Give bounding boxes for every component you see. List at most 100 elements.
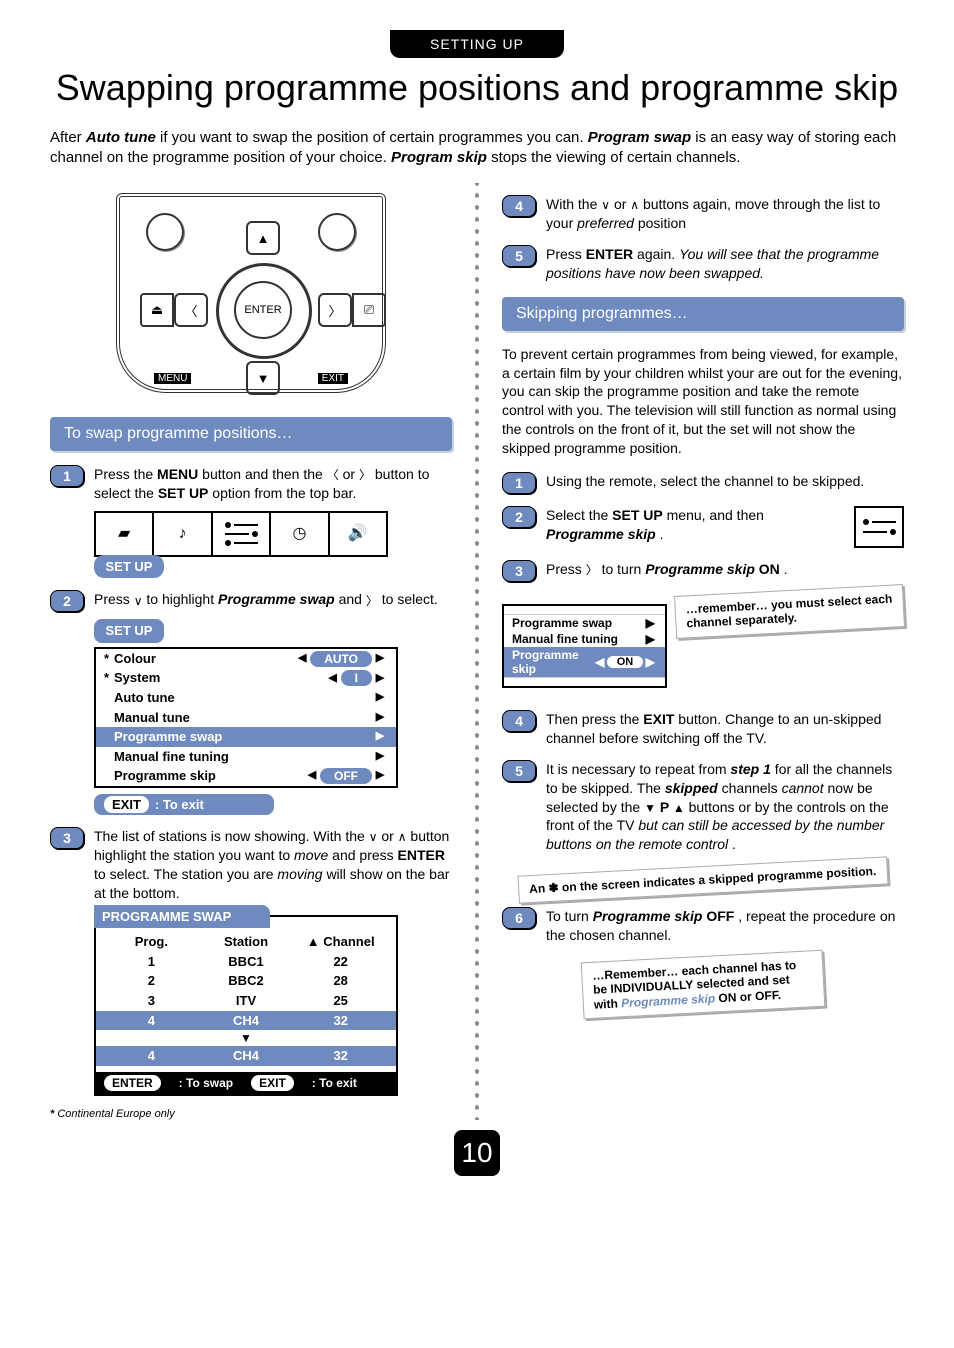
osd-top-bar: ▰ ♪ ◷ 🔊 xyxy=(94,511,388,557)
swap-table-row: 1BBC122 xyxy=(96,952,396,972)
text: if you want to swap the position of cert… xyxy=(160,129,588,146)
swap-table-row: 4CH432 xyxy=(96,1011,396,1031)
text: on the screen indicates a skipped progra… xyxy=(562,864,877,894)
remote-menu-label: MENU xyxy=(154,373,191,384)
skip-step-3: 3 Press 〉 to turn Programme skip ON . xyxy=(502,560,904,582)
setup-menu-row: Programme swap▶ xyxy=(96,727,396,747)
mini-menu-row: Manual fine tuning▶ xyxy=(504,631,665,647)
clock-icon: ◷ xyxy=(271,513,329,555)
text: stops the viewing of certain channels. xyxy=(491,149,740,166)
remote-side-left-icon: ⏏ xyxy=(140,293,174,327)
column-divider xyxy=(472,183,482,1120)
left-chevron-icon: 〈 xyxy=(327,467,339,483)
up-chevron-icon: ∧ xyxy=(398,829,407,845)
down-chevron-icon: ∨ xyxy=(601,197,610,213)
remote-illustration: ENTER ▲ ▼ 〈 〉 ⏏ ⎚ MENU EXIT xyxy=(106,183,396,403)
mini-menu-row: Programme swap▶ xyxy=(504,615,665,631)
step-number: 1 xyxy=(50,465,84,487)
programme-swap-table: PROGRAMME SWAP Prog. Station ▲ Channel 1… xyxy=(94,915,398,1096)
step-number: 4 xyxy=(502,710,536,732)
cell-station: CH4 xyxy=(199,1046,294,1066)
setup-menu-row: Programme skip◀OFF▶ xyxy=(96,766,396,786)
skip-subheader: Skipping programmes… xyxy=(502,297,904,331)
remote-exit-label: EXIT xyxy=(318,373,348,384)
up-chevron-icon: ∧ xyxy=(630,197,639,213)
preferred-ref: preferred xyxy=(577,215,634,231)
down-triangle-icon: ▼ xyxy=(96,1030,396,1046)
swap-moving-bar: 4 CH4 32 xyxy=(96,1046,396,1066)
text: An xyxy=(529,881,549,896)
text: Press xyxy=(546,561,586,577)
skipped-ref: skipped xyxy=(665,780,718,796)
section-header: SETTING UP xyxy=(390,30,564,58)
skip-step-2: 2 Select the SET UP menu, and then Progr… xyxy=(502,506,904,548)
text: . xyxy=(784,561,788,577)
term-program-swap: Program swap xyxy=(588,129,691,146)
text: Press xyxy=(94,591,134,607)
swap-table-row: 3ITV25 xyxy=(96,991,396,1011)
text: . xyxy=(732,836,736,852)
up-triangle-icon: ▲ xyxy=(673,800,685,816)
menu-button-ref: MENU xyxy=(157,466,198,482)
left-arrow-icon: 〈 xyxy=(174,293,208,327)
remote-side-right-icon: ⎚ xyxy=(352,293,386,327)
text: Press the xyxy=(94,466,157,482)
text: The list of stations is now showing. Wit… xyxy=(94,828,369,844)
step-number: 3 xyxy=(502,560,536,582)
setup-menu-row: Manual fine tuning▶ xyxy=(96,747,396,767)
speaker-icon: 🔊 xyxy=(330,513,386,555)
right-chevron-icon: 〉 xyxy=(359,467,371,483)
text: Press xyxy=(546,246,586,262)
swap-step-4: 4 With the ∨ or ∧ buttons again, move th… xyxy=(502,195,904,233)
setup-menu-title: SET UP xyxy=(94,619,164,643)
setup-menu: *Colour◀AUTO▶*System◀I▶Auto tune▶Manual … xyxy=(94,647,398,788)
skip-step-6: 6 To turn Programme skip OFF , repeat th… xyxy=(502,907,904,945)
programme-swap-ref: Programme swap xyxy=(218,591,335,607)
right-column: 4 With the ∨ or ∧ buttons again, move th… xyxy=(502,183,904,1120)
text: or xyxy=(343,466,359,482)
setup-ref: SET UP xyxy=(158,485,209,501)
col-prog: Prog. xyxy=(104,932,199,952)
enter-pill: ENTER xyxy=(104,1075,161,1091)
programme-skip-ref: Programme skip xyxy=(645,561,755,577)
text: : To swap xyxy=(179,1075,233,1091)
picture-icon: ▰ xyxy=(96,513,154,555)
text: After xyxy=(50,129,86,146)
text: option from the top bar. xyxy=(212,485,356,501)
col-channel: ▲ Channel xyxy=(293,932,388,952)
down-chevron-icon: ∨ xyxy=(134,593,143,609)
step-number: 2 xyxy=(50,590,84,612)
remote-button-top-left xyxy=(146,213,184,251)
setup-ref: SET UP xyxy=(612,507,663,523)
step-number: 5 xyxy=(502,760,536,782)
mini-setup-menu: Programme swap▶Manual fine tuning▶Progra… xyxy=(502,604,667,688)
setup-menu-footer: EXIT : To exit xyxy=(94,794,274,816)
step-number: 1 xyxy=(502,472,536,494)
right-chevron-icon: 〉 xyxy=(586,562,598,578)
text: Continental Europe only xyxy=(57,1108,174,1120)
right-chevron-icon: 〉 xyxy=(366,593,378,609)
remote-button-top-right xyxy=(318,213,356,251)
text: Select the xyxy=(546,507,612,523)
swap-step-3: 3 The list of stations is now showing. W… xyxy=(50,827,452,1096)
setup-menu-row: *System◀I▶ xyxy=(96,668,396,688)
setup-menu-row: Manual tune▶ xyxy=(96,708,396,728)
step1-ref: step 1 xyxy=(730,761,770,777)
term-auto-tune: Auto tune xyxy=(86,129,156,146)
step-number: 5 xyxy=(502,245,536,267)
swap-step-2: 2 Press ∨ to highlight Programme swap an… xyxy=(50,590,452,815)
off-ref: OFF xyxy=(706,908,734,924)
osd-setup-chip: SET UP xyxy=(94,555,164,579)
intro-paragraph: After Auto tune if you want to swap the … xyxy=(50,128,904,169)
on-ref: ON xyxy=(718,990,740,1005)
p-button-ref: P xyxy=(660,799,673,815)
exit-pill: EXIT xyxy=(104,796,149,814)
right-arrow-icon: 〉 xyxy=(318,293,352,327)
programme-skip-ref: Programme skip xyxy=(546,526,656,542)
step-number: 3 xyxy=(50,827,84,849)
swap-table-footer: ENTER : To swap EXIT : To exit xyxy=(96,1072,396,1094)
text: again. xyxy=(637,246,679,262)
text: It is necessary to repeat from xyxy=(546,761,730,777)
up-arrow-icon: ▲ xyxy=(246,221,280,255)
swap-table-title: PROGRAMME SWAP xyxy=(94,905,270,929)
